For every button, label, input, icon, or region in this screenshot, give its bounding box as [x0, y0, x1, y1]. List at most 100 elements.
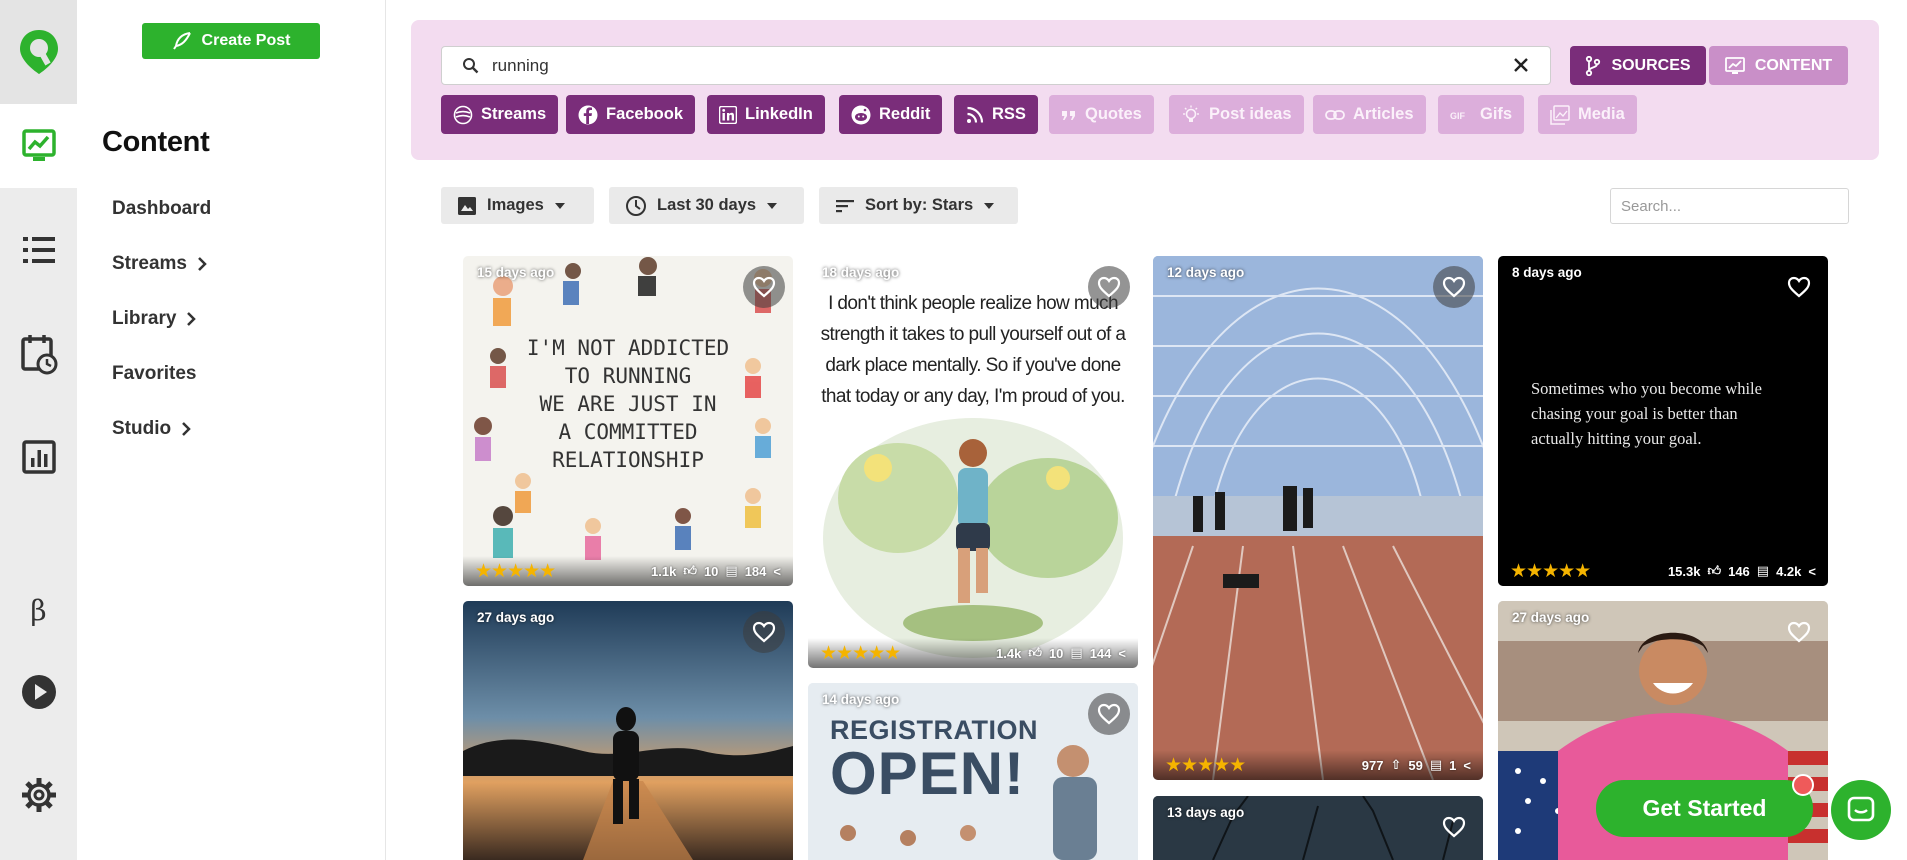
content-card[interactable]: 12 days ago ★★★★★ 977 ⇧ 59 ▤ 1 < — [1153, 256, 1483, 780]
nav-item-favorites[interactable]: Favorites — [112, 363, 196, 385]
facebook-icon — [578, 105, 598, 124]
nav-item-label: Streams — [112, 253, 187, 274]
caret-down-icon — [767, 202, 778, 209]
favorite-button[interactable] — [743, 611, 785, 653]
content-card[interactable]: I'M NOT ADDICTED TO RUNNING WE ARE JUST … — [463, 256, 793, 586]
app-logo[interactable] — [0, 0, 77, 104]
heart-icon — [752, 621, 776, 643]
heart-icon — [1787, 621, 1811, 643]
image-icon — [458, 196, 476, 215]
get-started-button[interactable]: Get Started — [1596, 780, 1813, 837]
content-card[interactable]: 27 days ago — [463, 601, 793, 860]
source-chip-media[interactable]: Media — [1538, 95, 1637, 134]
app-root: β Create Post Content Dashboard Streams … — [0, 0, 1907, 860]
source-chip-reddit[interactable]: Reddit — [839, 95, 943, 134]
create-post-label: Create Post — [201, 32, 291, 49]
comments-count: 10 — [703, 563, 719, 579]
logo-pin-icon — [19, 30, 58, 74]
results-search-input[interactable] — [1610, 188, 1849, 224]
card-stats: 1.1k 👍︎ 10 ▤ 184 < — [651, 563, 781, 579]
chat-button[interactable] — [1831, 780, 1891, 840]
nav-item-dashboard[interactable]: Dashboard — [112, 198, 211, 220]
card-age: 8 days ago — [1512, 265, 1582, 280]
linkedin-icon — [719, 105, 737, 124]
create-post-button[interactable]: Create Post — [142, 23, 320, 59]
source-chip-facebook[interactable]: Facebook — [566, 95, 696, 134]
card-stats: 15.3k 👍︎ 146 ▤ 4.2k < — [1668, 563, 1816, 579]
card-illustration — [1153, 256, 1483, 780]
quote-line: actually hitting your goal. — [1531, 429, 1702, 448]
sources-mode-button[interactable]: SOURCES — [1570, 46, 1706, 85]
search-box — [441, 46, 1551, 85]
chevron-right-icon — [187, 312, 197, 326]
content-card[interactable]: REGISTRATION OPEN! 14 days ago — [808, 683, 1138, 860]
clock-icon — [626, 195, 646, 216]
favorite-button[interactable] — [1088, 693, 1130, 735]
comments-count: 10 — [1048, 645, 1064, 661]
favorite-button[interactable] — [1778, 266, 1820, 308]
source-chip-quotes[interactable]: Quotes — [1049, 95, 1154, 134]
feather-icon — [172, 32, 191, 50]
nav-item-library[interactable]: Library — [112, 308, 197, 330]
content-mode-button[interactable]: CONTENT — [1709, 46, 1848, 85]
card-illustration — [823, 418, 1123, 658]
likes-count: 1.4k — [996, 645, 1022, 661]
date-range-dropdown[interactable]: Last 30 days — [609, 187, 804, 224]
streams-icon — [453, 105, 473, 124]
chat-icon — [1847, 796, 1875, 822]
rail-play-button[interactable] — [0, 660, 77, 724]
source-chip-label: Media — [1578, 105, 1625, 123]
content-chart-icon — [1724, 56, 1745, 74]
search-input[interactable] — [492, 53, 1492, 79]
calendar-clock-icon — [20, 335, 57, 375]
source-chip-label: Streams — [481, 105, 547, 123]
content-card[interactable]: I don't think people realize how much st… — [808, 256, 1138, 668]
sort-label: Sort by: Stars — [865, 196, 974, 214]
rail-list-button[interactable] — [0, 218, 77, 282]
source-chip-linkedin[interactable]: LinkedIn — [707, 95, 825, 134]
nav-item-studio[interactable]: Studio — [112, 418, 191, 440]
content-card[interactable]: 13 days ago — [1153, 796, 1483, 860]
favorite-button[interactable] — [1088, 266, 1130, 308]
rail-settings-button[interactable] — [0, 763, 77, 827]
favorite-button[interactable] — [743, 266, 785, 308]
nav-item-streams[interactable]: Streams — [112, 253, 207, 275]
card-age: 18 days ago — [822, 265, 900, 280]
quote-line: I'M NOT ADDICTED — [526, 336, 730, 360]
content-nav-panel: Create Post Content Dashboard Streams Li… — [77, 0, 386, 860]
sort-dropdown[interactable]: Sort by: Stars — [819, 187, 1018, 224]
close-icon[interactable] — [1512, 56, 1530, 74]
source-chip-post-ideas[interactable]: Post ideas — [1169, 95, 1304, 134]
rail-beta-button[interactable]: β — [0, 578, 77, 642]
rail-analytics-button[interactable] — [0, 425, 77, 489]
source-chip-rss[interactable]: RSS — [954, 95, 1038, 134]
star-rating: ★★★★★ — [820, 642, 901, 664]
quote-line: WE ARE JUST IN — [539, 392, 717, 416]
source-chip-articles[interactable]: Articles — [1313, 95, 1426, 134]
favorite-button[interactable] — [1433, 806, 1475, 848]
link-icon — [1325, 109, 1345, 120]
card-age: 12 days ago — [1167, 265, 1245, 280]
comment-icon: ▤ — [1756, 563, 1770, 578]
content-type-dropdown[interactable]: Images — [441, 187, 594, 224]
favorite-button[interactable] — [1433, 266, 1475, 308]
rail-content-button[interactable] — [0, 104, 77, 188]
card-stats: 1.4k 👍︎ 10 ▤ 144 < — [996, 645, 1126, 661]
nav-section-title: Content — [102, 126, 210, 158]
source-chip-streams[interactable]: Streams — [441, 95, 559, 134]
source-chip-label: Gifs — [1480, 105, 1513, 123]
analytics-icon — [21, 440, 56, 474]
rail-calendar-button[interactable] — [0, 322, 77, 386]
branch-icon — [1586, 55, 1601, 76]
content-card[interactable]: Sometimes who you become while chasing y… — [1498, 256, 1828, 586]
date-range-label: Last 30 days — [657, 196, 757, 214]
content-type-label: Images — [487, 196, 544, 214]
nav-item-label: Studio — [112, 418, 172, 439]
source-chip-label: Quotes — [1085, 105, 1142, 123]
card-footer: ★★★★★ 15.3k 👍︎ 146 ▤ 4.2k < — [1498, 556, 1828, 586]
likes-count: 1.1k — [651, 563, 677, 579]
source-chip-gifs[interactable]: GIF Gifs — [1438, 95, 1525, 134]
caret-down-icon — [554, 202, 565, 209]
nav-item-label: Dashboard — [112, 198, 212, 219]
favorite-button[interactable] — [1778, 611, 1820, 653]
